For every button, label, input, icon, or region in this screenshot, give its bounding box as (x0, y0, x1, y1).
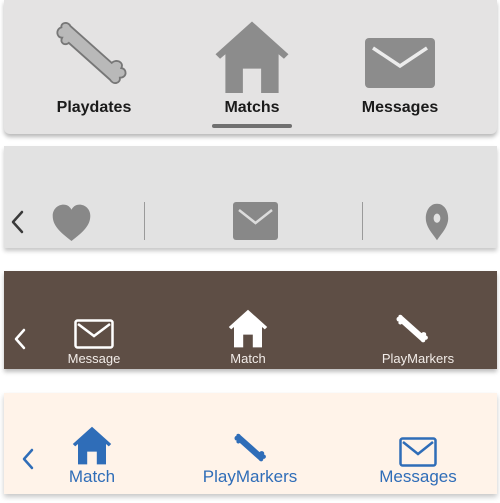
doghouse-icon (228, 309, 268, 354)
nav-item-matchs[interactable]: Matchs (196, 0, 308, 124)
nav-item-message[interactable]: Message (56, 271, 132, 369)
chevron-left-icon[interactable] (10, 210, 24, 239)
nav-item-label: Matchs (224, 99, 280, 116)
selected-tab-indicator (212, 124, 292, 128)
nav-bar-cream: Match PlayMarkers Messages (4, 393, 497, 494)
nav-item-label: Playdates (56, 99, 132, 116)
map-pin-icon[interactable] (423, 203, 451, 246)
envelope-icon (74, 319, 114, 354)
divider (144, 202, 145, 240)
chevron-left-icon[interactable] (22, 448, 34, 475)
envelope-icon[interactable] (233, 202, 278, 245)
divider (362, 202, 363, 240)
nav-item-messages[interactable]: Messages (344, 0, 456, 124)
bone-icon (54, 14, 128, 99)
nav-bar-brown: Message Match PlayMarkers (4, 271, 497, 369)
nav-item-label: Messages (379, 467, 457, 486)
nav-item-label: Match (68, 467, 116, 486)
nav-item-label: PlayMarkers (202, 467, 298, 486)
nav-item-label: Messages (361, 99, 439, 116)
nav-item-label: PlayMarkers (381, 351, 455, 366)
nav-item-match[interactable]: Match (210, 271, 286, 369)
envelope-icon (365, 38, 435, 93)
doghouse-icon (72, 426, 112, 471)
nav-item-label: Match (230, 351, 266, 366)
nav-item-playmarkers[interactable]: PlayMarkers (194, 393, 306, 494)
chevron-left-icon[interactable] (14, 328, 26, 355)
nav-item-playdates[interactable]: Playdates (38, 0, 150, 124)
heart-icon[interactable] (48, 203, 95, 248)
bone-icon (395, 309, 429, 354)
doghouse-icon (214, 20, 290, 101)
nav-bar-gray-icons (4, 146, 497, 248)
nav-item-match[interactable]: Match (52, 393, 132, 494)
nav-item-messages[interactable]: Messages (368, 393, 468, 494)
nav-item-playmarkers[interactable]: PlayMarkers (370, 271, 466, 369)
nav-item-label: Message (67, 351, 121, 366)
nav-bar-gray: Playdates Matchs Messages (4, 0, 497, 134)
